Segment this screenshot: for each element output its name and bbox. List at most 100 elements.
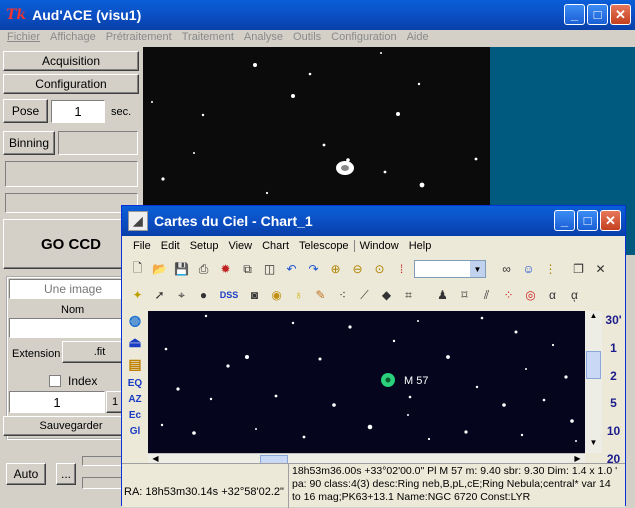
chevron-down-icon[interactable]: ▼ — [470, 261, 485, 277]
camera-icon[interactable]: ◙ — [245, 286, 264, 305]
settings-icon[interactable]: ✹ — [216, 260, 235, 279]
image-mode-select[interactable]: Une image — [9, 279, 137, 299]
planet-icon[interactable]: ◉ — [267, 286, 286, 305]
milkyway-icon[interactable]: ◆ — [377, 286, 396, 305]
scroll-up-icon[interactable]: ▲ — [586, 311, 601, 326]
list-icon[interactable]: ⋮ — [541, 260, 560, 279]
cdc-left-toolbar: ◍ ⏏ ▤ EQ AZ Ec Gl — [124, 310, 146, 466]
notes-icon[interactable]: ▤ — [128, 356, 141, 373]
sky-vscrollbar[interactable]: ▲ ▼ — [585, 311, 602, 453]
cdc-window: ◢ Cartes du Ciel - Chart_1 _ □ ✕ File Ed… — [121, 205, 626, 508]
open-icon[interactable]: 📂 — [150, 260, 169, 279]
go-ccd-button[interactable]: GO CCD — [3, 219, 139, 269]
eye-icon[interactable]: ● — [194, 286, 213, 305]
m57-marker-core — [385, 377, 391, 383]
menu-affichage[interactable]: Affichage — [45, 30, 101, 46]
menu-outils[interactable]: Outils — [288, 30, 326, 46]
menu-help[interactable]: Help — [404, 240, 437, 252]
fov-2-button[interactable]: 2 — [610, 369, 617, 383]
grid-icon[interactable]: ⌗ — [399, 286, 418, 305]
menu-pretraitement[interactable]: Prétraitement — [101, 30, 177, 46]
alpha-beta-icon[interactable]: ᾳ — [565, 286, 584, 305]
zoom-out-icon[interactable]: ⊖ — [348, 260, 367, 279]
binning-field[interactable] — [58, 131, 138, 155]
dots-icon[interactable]: ⁘ — [499, 286, 518, 305]
pose-input[interactable]: 1 — [51, 100, 105, 123]
save-icon[interactable]: 💾 — [172, 260, 191, 279]
index-checkbox[interactable] — [49, 375, 61, 387]
close-button[interactable]: ✕ — [610, 4, 631, 25]
fov-1-button[interactable]: 1 — [610, 341, 617, 355]
sky-chart[interactable]: M 57 — [148, 311, 585, 453]
zoom-in-icon[interactable]: ⊕ — [326, 260, 345, 279]
menu-analyse[interactable]: Analyse — [239, 30, 288, 46]
fov-combo[interactable]: ▼ — [414, 260, 486, 278]
browse-button[interactable]: ... — [56, 463, 76, 485]
print-icon[interactable]: ⎙ — [194, 260, 213, 279]
figure-icon[interactable]: ♟ — [433, 286, 452, 305]
constellation-icon[interactable]: ⌖ — [172, 286, 191, 305]
eye-view-icon[interactable]: ⏏ — [128, 334, 141, 351]
cdc-close-button[interactable]: ✕ — [600, 210, 621, 231]
alpha-label[interactable]: α — [543, 286, 562, 305]
mode-ec-button[interactable]: Ec — [129, 410, 141, 421]
menu-window[interactable]: Window — [353, 240, 404, 252]
index-input[interactable]: 1 — [9, 391, 105, 413]
close-child-icon[interactable]: ✕ — [591, 260, 610, 279]
redo-icon[interactable]: ↷ — [304, 260, 323, 279]
maximize-button[interactable]: □ — [587, 4, 608, 25]
lines-icon[interactable]: ⫽ — [477, 286, 496, 305]
mode-eq-button[interactable]: EQ — [128, 378, 142, 389]
minimize-button[interactable]: _ — [564, 4, 585, 25]
menu-fichier[interactable]: Fichier — [2, 30, 45, 46]
pose-button[interactable]: Pose — [3, 99, 48, 123]
nom-input[interactable] — [9, 318, 137, 338]
binning-button[interactable]: Binning — [3, 131, 55, 155]
audace-title-bar[interactable]: Tk Aud'ACE (visu1) _ □ ✕ — [0, 0, 635, 30]
split-icon[interactable]: ◫ — [260, 260, 279, 279]
menu-file[interactable]: File — [128, 240, 156, 252]
menu-edit[interactable]: Edit — [156, 240, 185, 252]
menu-telescope[interactable]: Telescope — [294, 240, 354, 252]
menu-configuration[interactable]: Configuration — [326, 30, 401, 46]
threshold-low-field[interactable] — [82, 477, 122, 489]
auto-button[interactable]: Auto — [6, 463, 46, 485]
new-chart-icon[interactable]: 🗋 — [128, 260, 147, 279]
vscroll-thumb[interactable] — [586, 351, 601, 379]
mode-az-button[interactable]: AZ — [128, 394, 141, 405]
link-icon[interactable]: ⁖ — [333, 286, 352, 305]
lamp-icon[interactable]: ♁ — [289, 286, 308, 305]
user-icon[interactable]: ☺ — [519, 260, 538, 279]
star-icon[interactable]: ✦ — [128, 286, 147, 305]
frame-icon[interactable]: ⌑ — [455, 286, 474, 305]
copy-icon[interactable]: ⧉ — [238, 260, 257, 279]
cdc-minimize-button[interactable]: _ — [554, 210, 575, 231]
undo-icon[interactable]: ↶ — [282, 260, 301, 279]
color-icon[interactable]: ⁞ — [392, 260, 411, 279]
fov-30min-button[interactable]: 30' — [605, 313, 621, 327]
mode-gl-button[interactable]: Gl — [130, 426, 141, 437]
menu-chart[interactable]: Chart — [257, 240, 294, 252]
binoculars-icon[interactable]: ∞ — [497, 260, 516, 279]
zoom-fit-icon[interactable]: ⊙ — [370, 260, 389, 279]
fov-5-button[interactable]: 5 — [610, 396, 617, 410]
brush-icon[interactable]: ⟋ — [355, 286, 374, 305]
save-button[interactable]: Sauvegarder — [3, 416, 139, 436]
target-icon[interactable]: ◎ — [521, 286, 540, 305]
fov-10-button[interactable]: 10 — [607, 424, 620, 438]
dss-button[interactable]: DSS — [216, 286, 242, 305]
pencil-icon[interactable]: ✎ — [311, 286, 330, 305]
cdc-title-bar[interactable]: ◢ Cartes du Ciel - Chart_1 _ □ ✕ — [122, 206, 625, 236]
cdc-maximize-button[interactable]: □ — [577, 210, 598, 231]
compass-icon[interactable]: ◍ — [129, 312, 141, 329]
menu-aide[interactable]: Aide — [402, 30, 434, 46]
menu-traitement[interactable]: Traitement — [177, 30, 239, 46]
restore-child-icon[interactable]: ❐ — [569, 260, 588, 279]
configuration-button[interactable]: Configuration — [3, 74, 139, 94]
select-icon[interactable]: ➚ — [150, 286, 169, 305]
threshold-high-field[interactable] — [82, 456, 122, 466]
acquisition-button[interactable]: Acquisition — [3, 51, 139, 71]
menu-setup[interactable]: Setup — [185, 240, 224, 252]
menu-view[interactable]: View — [223, 240, 257, 252]
scroll-down-icon[interactable]: ▼ — [586, 438, 601, 453]
